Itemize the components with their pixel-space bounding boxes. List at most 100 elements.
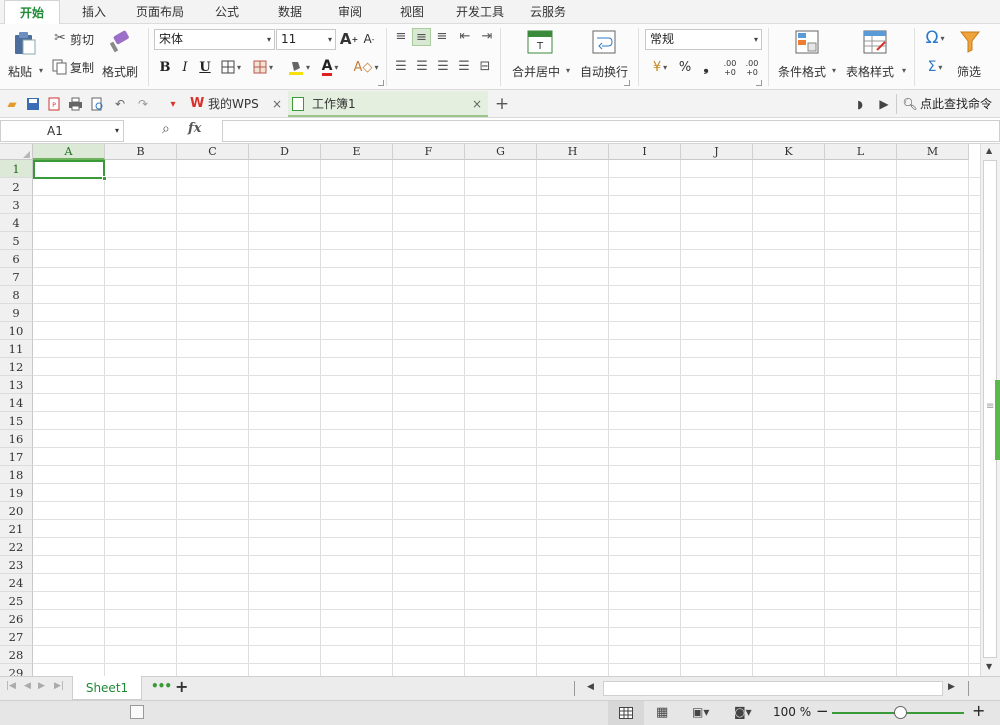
row-header[interactable]: 3 — [0, 196, 33, 214]
horizontal-scrollbar-thumb[interactable] — [603, 681, 943, 696]
formula-input[interactable] — [222, 120, 1000, 142]
tab-developer[interactable]: 开发工具 — [450, 0, 510, 24]
tab-cloud-service[interactable]: 云服务 — [524, 0, 572, 24]
increase-decimal-button[interactable]: .00 +0 — [720, 58, 740, 78]
column-header[interactable]: J — [681, 144, 753, 160]
row-header[interactable]: 25 — [0, 592, 33, 610]
tab-formulas[interactable]: 公式 — [205, 0, 249, 24]
row-header[interactable]: 4 — [0, 214, 33, 232]
macro-record-icon[interactable] — [130, 705, 144, 719]
cut-button[interactable]: ✂ 剪切 — [50, 28, 98, 50]
column-header[interactable]: L — [825, 144, 897, 160]
search-icon[interactable]: 🔍︎ — [902, 96, 918, 112]
zoom-slider-thumb[interactable] — [894, 706, 907, 719]
name-box[interactable]: A1 ▾ — [0, 120, 124, 142]
fill-color-button[interactable]: ▾ — [285, 58, 313, 76]
merge-dropdown-icon[interactable]: ▾ — [566, 66, 570, 75]
column-header[interactable]: C — [177, 144, 249, 160]
row-header[interactable]: 23 — [0, 556, 33, 574]
decrease-font-size-icon[interactable]: A- — [360, 30, 378, 48]
merge-center-button[interactable]: T 合并居中 ▾ — [508, 28, 572, 84]
scroll-up-icon[interactable]: ▲ — [986, 146, 992, 155]
row-header[interactable]: 20 — [0, 502, 33, 520]
table-style-button[interactable]: 表格样式 ▾ — [842, 28, 908, 84]
column-header[interactable]: F — [393, 144, 465, 160]
increase-indent-icon[interactable]: ⇥ — [478, 28, 496, 44]
align-top-icon[interactable]: ≡ — [393, 28, 409, 44]
print-icon[interactable] — [67, 96, 83, 112]
alignment-dialog-launcher[interactable] — [624, 80, 630, 86]
column-header[interactable]: I — [609, 144, 681, 160]
align-right-icon[interactable]: ☰ — [435, 58, 451, 74]
zoom-out-icon[interactable]: − — [816, 702, 829, 720]
column-header[interactable]: M — [897, 144, 969, 160]
wrap-text-button[interactable]: 自动换行 — [576, 28, 632, 84]
row-header[interactable]: 8 — [0, 286, 33, 304]
row-header[interactable]: 18 — [0, 466, 33, 484]
align-middle-icon[interactable]: ≡ — [412, 28, 431, 46]
row-header[interactable]: 24 — [0, 574, 33, 592]
row-header[interactable]: 15 — [0, 412, 33, 430]
column-header[interactable]: A — [33, 144, 105, 160]
column-header[interactable]: H — [537, 144, 609, 160]
paste-dropdown-icon[interactable]: ▾ — [39, 66, 43, 75]
clear-format-button[interactable]: A◇ ▾ — [352, 58, 380, 76]
row-header[interactable]: 22 — [0, 538, 33, 556]
active-cell-cursor[interactable] — [33, 160, 105, 179]
tab-data[interactable]: 数据 — [268, 0, 312, 24]
row-header[interactable]: 1 — [0, 160, 33, 178]
customize-toolbar-icon[interactable]: ▾ — [165, 96, 181, 112]
row-header[interactable]: 17 — [0, 448, 33, 466]
open-folder-icon[interactable]: ▰ — [4, 96, 20, 112]
scroll-right-icon[interactable]: ▶ — [948, 682, 955, 692]
column-header[interactable]: E — [321, 144, 393, 160]
next-sheet-icon[interactable]: ▶ — [38, 681, 45, 691]
column-header[interactable]: B — [105, 144, 177, 160]
side-panel-toggle[interactable] — [995, 380, 1000, 460]
number-dialog-launcher[interactable] — [756, 80, 762, 86]
zoom-in-icon[interactable]: + — [972, 701, 985, 720]
tab-review[interactable]: 审阅 — [328, 0, 372, 24]
eye-protection-icon[interactable]: ◙▾ — [734, 705, 752, 719]
zoom-formula-icon[interactable]: ⌕ — [162, 121, 170, 137]
collapse-ribbon-icon[interactable]: ◗ — [852, 96, 868, 112]
vertical-scrollbar[interactable]: ▲ ≡ ▼ — [980, 144, 1000, 676]
number-format-select[interactable]: 常规 ▾ — [645, 29, 762, 50]
column-header[interactable]: K — [753, 144, 825, 160]
distributed-align-icon[interactable]: ⊟ — [476, 58, 494, 74]
new-tab-plus-icon[interactable]: + — [494, 94, 510, 114]
save-icon[interactable] — [25, 96, 41, 112]
conditional-format-dropdown-icon[interactable]: ▾ — [832, 66, 836, 75]
underline-button[interactable]: U — [197, 58, 213, 76]
close-icon[interactable]: × — [272, 91, 282, 117]
filter-button[interactable]: 筛选 — [954, 28, 998, 84]
tab-view[interactable]: 视图 — [390, 0, 434, 24]
search-command-field[interactable]: 点此查找命令 — [920, 90, 992, 118]
font-size-select[interactable]: 11 ▾ — [276, 29, 336, 50]
undo-icon[interactable]: ↶ — [112, 96, 128, 112]
row-header[interactable]: 11 — [0, 340, 33, 358]
italic-button[interactable]: I — [177, 58, 193, 76]
add-sheet-icon[interactable]: + — [175, 677, 188, 696]
row-header[interactable]: 7 — [0, 268, 33, 286]
row-header[interactable]: 5 — [0, 232, 33, 250]
font-dialog-launcher[interactable] — [378, 80, 384, 86]
font-color-button[interactable]: A ▾ — [316, 58, 344, 76]
conditional-format-button[interactable]: 条件格式 ▾ — [774, 28, 838, 84]
zoom-level[interactable]: 100 % — [773, 705, 811, 719]
row-header[interactable]: 2 — [0, 178, 33, 196]
reading-layout-icon[interactable]: ▣▾ — [692, 705, 709, 719]
tab-page-layout[interactable]: 页面布局 — [130, 0, 190, 24]
row-header[interactable]: 19 — [0, 484, 33, 502]
row-header[interactable]: 21 — [0, 520, 33, 538]
page-break-view-icon[interactable]: ▦ — [656, 705, 668, 720]
scroll-down-icon[interactable]: ▼ — [986, 662, 992, 671]
insert-function-button[interactable]: fx — [188, 121, 201, 136]
spreadsheet-grid[interactable]: ABCDEFGHIJKLM 1 2 3 4 5 6 7 8 9 10 11 12 13 14 15 16 17 1… — [0, 144, 980, 676]
first-sheet-icon[interactable]: |◀ — [6, 681, 16, 691]
row-header[interactable]: 12 — [0, 358, 33, 376]
row-header[interactable]: 13 — [0, 376, 33, 394]
autosum-button[interactable]: Σ ▾ — [920, 58, 950, 76]
sheet-tab-sheet1[interactable]: Sheet1 — [72, 676, 142, 700]
doc-tab-workbook1[interactable]: 工作簿1 × — [288, 91, 488, 117]
